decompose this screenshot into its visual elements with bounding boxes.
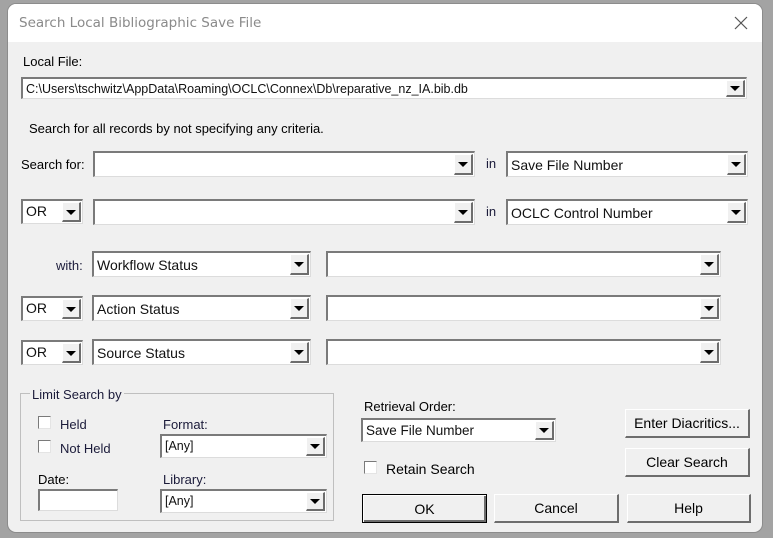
status-type-2-dropdown-button[interactable] — [290, 298, 309, 319]
retrieval-order-select[interactable]: Save File Number — [361, 418, 556, 442]
search-term-2-input[interactable] — [93, 199, 475, 225]
library-dropdown-button[interactable] — [306, 492, 325, 511]
date-input[interactable] — [38, 489, 118, 511]
status-type-3-value: Source Status — [97, 345, 185, 361]
local-file-label: Local File: — [23, 54, 83, 69]
ok-button[interactable]: OK — [362, 494, 487, 523]
status-value-3-dropdown-button[interactable] — [700, 342, 719, 363]
local-file-select[interactable]: C:\Users\tschwitz\AppData\Roaming\OCLC\C… — [21, 77, 747, 99]
search-term-2-dropdown-button[interactable] — [454, 202, 473, 223]
in-label-1: in — [486, 156, 497, 171]
in-label-2: in — [486, 204, 497, 219]
not-held-checkbox[interactable] — [38, 440, 51, 453]
hint-text: Search for all records by not specifying… — [29, 121, 324, 136]
enter-diacritics-button[interactable]: Enter Diacritics... — [625, 409, 750, 438]
status-operator-3-value: OR — [26, 344, 47, 360]
library-label: Library: — [163, 472, 207, 487]
library-select[interactable]: [Any] — [160, 489, 327, 513]
search-index-1-dropdown-button[interactable] — [727, 154, 746, 175]
local-file-value: C:\Users\tschwitz\AppData\Roaming\OCLC\C… — [26, 82, 468, 96]
status-value-2-select[interactable] — [326, 295, 721, 321]
search-operator-2-value: OR — [26, 203, 47, 219]
retrieval-order-dropdown-button[interactable] — [535, 421, 554, 440]
search-operator-2-dropdown-button[interactable] — [62, 202, 81, 222]
status-type-1-select[interactable]: Workflow Status — [92, 251, 311, 277]
status-value-1-select[interactable] — [326, 251, 721, 277]
status-type-1-value: Workflow Status — [97, 257, 198, 273]
search-for-label: Search for: — [21, 157, 85, 172]
format-select[interactable]: [Any] — [160, 434, 327, 458]
title-bar: Search Local Bibliographic Save File — [8, 4, 762, 42]
status-value-2-dropdown-button[interactable] — [700, 298, 719, 319]
retain-search-checkbox[interactable] — [364, 461, 377, 474]
with-label: with: — [56, 258, 83, 273]
retrieval-order-label: Retrieval Order: — [364, 399, 456, 414]
date-label: Date: — [38, 472, 70, 487]
status-operator-3-dropdown-button[interactable] — [62, 343, 81, 363]
retain-search-label: Retain Search — [386, 461, 475, 477]
limit-search-legend: Limit Search by — [30, 387, 124, 402]
held-checkbox[interactable] — [38, 416, 51, 429]
status-operator-2-select[interactable]: OR — [21, 296, 83, 321]
search-term-1-dropdown-button[interactable] — [454, 154, 473, 175]
status-operator-3-select[interactable]: OR — [21, 340, 83, 365]
held-label: Held — [60, 417, 87, 432]
library-value: [Any] — [165, 494, 194, 508]
help-button[interactable]: Help — [627, 494, 751, 523]
dialog-title: Search Local Bibliographic Save File — [19, 15, 262, 31]
search-index-2-select[interactable]: OCLC Control Number — [506, 199, 748, 225]
status-type-3-dropdown-button[interactable] — [290, 342, 309, 363]
not-held-label: Not Held — [60, 441, 111, 456]
status-value-3-select[interactable] — [326, 339, 721, 365]
status-type-2-select[interactable]: Action Status — [92, 295, 311, 321]
search-index-2-value: OCLC Control Number — [511, 205, 653, 221]
search-operator-2-select[interactable]: OR — [21, 199, 83, 224]
format-dropdown-button[interactable] — [306, 437, 325, 456]
search-term-1-input[interactable] — [93, 151, 475, 177]
format-label: Format: — [163, 417, 208, 432]
search-index-2-dropdown-button[interactable] — [727, 202, 746, 223]
search-dialog: Search Local Bibliographic Save File Loc… — [8, 4, 762, 532]
retrieval-order-value: Save File Number — [366, 423, 475, 438]
format-value: [Any] — [165, 439, 194, 453]
close-icon — [734, 16, 748, 30]
clear-search-button[interactable]: Clear Search — [625, 448, 750, 477]
status-operator-2-value: OR — [26, 300, 47, 316]
close-button[interactable] — [730, 12, 752, 34]
status-value-1-dropdown-button[interactable] — [700, 254, 719, 275]
local-file-dropdown-button[interactable] — [726, 80, 745, 97]
cancel-button[interactable]: Cancel — [494, 494, 619, 523]
status-type-2-value: Action Status — [97, 301, 180, 317]
status-type-1-dropdown-button[interactable] — [290, 254, 309, 275]
status-operator-2-dropdown-button[interactable] — [62, 299, 81, 319]
status-type-3-select[interactable]: Source Status — [92, 339, 311, 365]
search-index-1-value: Save File Number — [511, 157, 624, 173]
search-index-1-select[interactable]: Save File Number — [506, 151, 748, 177]
